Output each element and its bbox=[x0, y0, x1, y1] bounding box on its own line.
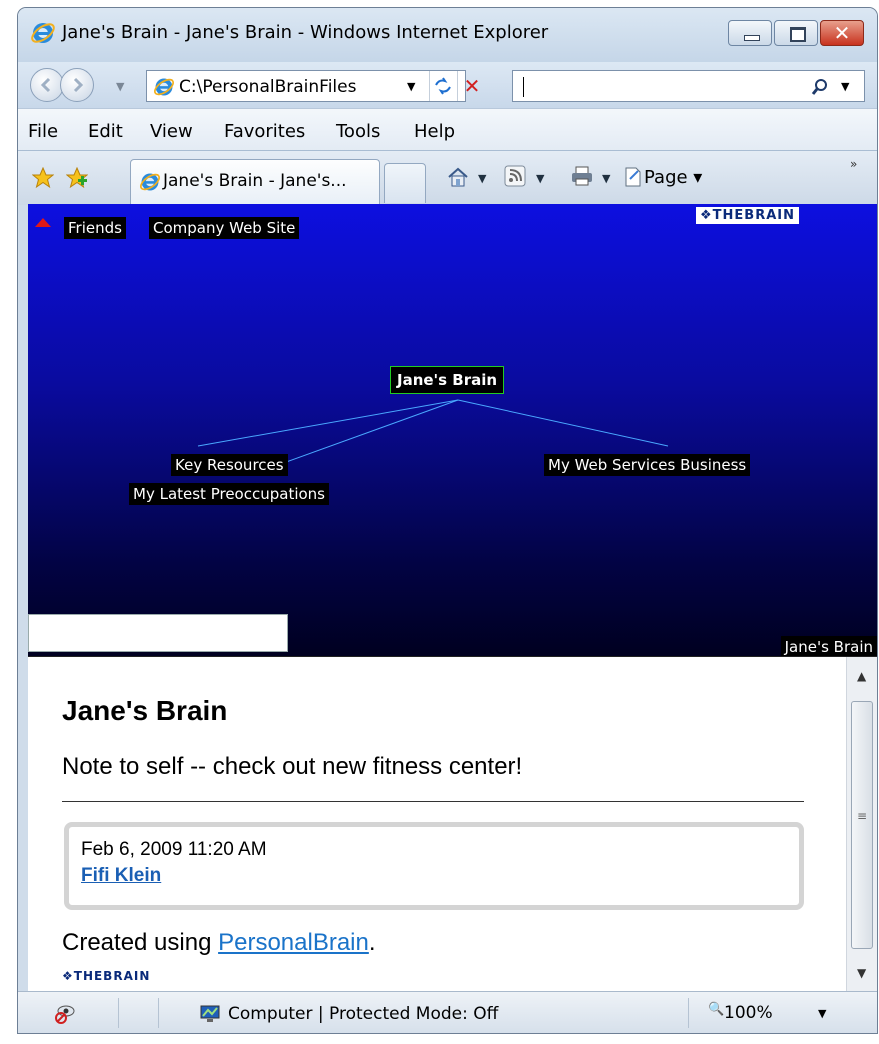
scroll-up-arrow-icon[interactable]: ▲ bbox=[857, 669, 866, 683]
zoom-dropdown[interactable]: ▼ bbox=[818, 1007, 826, 1020]
feeds-icon[interactable] bbox=[504, 165, 526, 187]
menu-favorites[interactable]: Favorites bbox=[224, 121, 305, 142]
back-button[interactable] bbox=[30, 68, 64, 102]
brain-plex-view[interactable]: Friends Company Web Site ❖THEBRAIN Jane'… bbox=[28, 204, 877, 656]
status-separator bbox=[118, 998, 119, 1028]
privacy-eye-icon[interactable] bbox=[54, 1002, 76, 1024]
personalbrain-link[interactable]: PersonalBrain bbox=[218, 929, 369, 956]
parent-up-arrow-icon[interactable] bbox=[34, 216, 52, 228]
created-suffix: . bbox=[368, 929, 376, 956]
add-favorites-icon[interactable] bbox=[66, 167, 88, 189]
security-zone-text[interactable]: Computer | Protected Mode: Off bbox=[228, 1004, 498, 1024]
stop-button[interactable]: ✕ bbox=[457, 71, 486, 101]
maximize-icon bbox=[790, 27, 806, 42]
page-menu-button[interactable]: Page ▾ bbox=[644, 167, 702, 188]
created-using-text: Created using PersonalBrain. bbox=[62, 929, 376, 957]
forward-button[interactable] bbox=[60, 68, 94, 102]
computer-zone-icon bbox=[200, 1005, 220, 1022]
print-icon[interactable] bbox=[570, 165, 594, 187]
maximize-button[interactable] bbox=[774, 20, 818, 46]
title-bar: Jane's Brain - Jane's Brain - Windows In… bbox=[18, 8, 877, 62]
child-thought-my-latest-preoccupations[interactable]: My Latest Preoccupations bbox=[129, 483, 329, 505]
child-thought-my-web-services-business[interactable]: My Web Services Business bbox=[544, 454, 751, 476]
vertical-scrollbar[interactable]: ▲ ≡ ▼ bbox=[846, 657, 877, 992]
new-tab-button[interactable] bbox=[384, 163, 426, 203]
child-thought-key-resources[interactable]: Key Resources bbox=[171, 454, 288, 476]
print-dropdown[interactable]: ▼ bbox=[602, 172, 610, 185]
refresh-button[interactable] bbox=[429, 71, 456, 101]
menu-tools[interactable]: Tools bbox=[336, 121, 380, 142]
created-prefix: Created using bbox=[62, 929, 219, 956]
ie-logo-icon bbox=[31, 23, 55, 43]
scroll-down-arrow-icon[interactable]: ▼ bbox=[857, 966, 866, 980]
search-icon[interactable] bbox=[811, 78, 829, 96]
note-meta-box: Feb 6, 2009 11:20 AM Fifi Klein bbox=[64, 822, 804, 910]
toolbar-overflow-chevron[interactable]: » bbox=[850, 157, 857, 171]
close-button[interactable]: ✕ bbox=[820, 20, 864, 46]
ie-page-icon bbox=[140, 173, 160, 191]
page-icon bbox=[625, 167, 641, 187]
zoom-level[interactable]: 100% bbox=[724, 1003, 773, 1023]
brain-status-label: Jane's Brain bbox=[780, 636, 877, 656]
menu-edit[interactable]: Edit bbox=[88, 121, 123, 142]
active-thought[interactable]: Jane's Brain bbox=[390, 366, 505, 394]
recent-pages-dropdown[interactable]: ▼ bbox=[116, 80, 124, 93]
window-title: Jane's Brain - Jane's Brain - Windows In… bbox=[62, 22, 549, 43]
refresh-icon bbox=[435, 77, 451, 95]
feeds-dropdown[interactable]: ▼ bbox=[536, 172, 544, 185]
grip-icon: ≡ bbox=[857, 809, 868, 823]
address-bar[interactable]: C:\PersonalBrainFiles ▼ ✕ bbox=[146, 70, 480, 102]
thebrain-logo[interactable]: ❖THEBRAIN bbox=[696, 207, 799, 224]
notes-panel: Jane's Brain Note to self -- check out n… bbox=[28, 656, 877, 992]
home-dropdown[interactable]: ▼ bbox=[478, 172, 486, 185]
favorites-star-icon[interactable] bbox=[32, 167, 54, 189]
back-arrow-icon bbox=[40, 77, 51, 93]
zoom-icon[interactable]: 🔍 bbox=[708, 1002, 724, 1017]
status-bar: Computer | Protected Mode: Off 🔍 100% ▼ bbox=[18, 991, 877, 1033]
menu-file[interactable]: File bbox=[28, 121, 58, 142]
divider bbox=[62, 801, 804, 802]
status-separator bbox=[158, 998, 159, 1028]
brain-search-input[interactable] bbox=[28, 614, 288, 652]
minimize-icon bbox=[744, 35, 760, 41]
address-input[interactable]: C:\PersonalBrainFiles bbox=[179, 77, 409, 97]
menu-bar: File Edit View Favorites Tools Help bbox=[18, 108, 877, 151]
note-title: Jane's Brain bbox=[62, 695, 228, 726]
browser-window: Jane's Brain - Jane's Brain - Windows In… bbox=[18, 8, 877, 1033]
parent-thought-company-web-site[interactable]: Company Web Site bbox=[149, 217, 300, 239]
menu-help[interactable]: Help bbox=[414, 121, 455, 142]
close-icon: ✕ bbox=[833, 21, 851, 45]
home-icon[interactable] bbox=[446, 165, 470, 189]
thebrain-footer-logo[interactable]: ❖THEBRAIN bbox=[62, 969, 150, 983]
parent-thought-friends[interactable]: Friends bbox=[64, 217, 126, 239]
status-separator bbox=[688, 998, 689, 1028]
scroll-thumb[interactable]: ≡ bbox=[851, 701, 873, 949]
note-text: Note to self -- check out new fitness ce… bbox=[62, 753, 523, 780]
tab-janes-brain[interactable]: Jane's Brain - Jane's... bbox=[130, 159, 380, 205]
thought-links bbox=[197, 399, 669, 475]
navigation-bar: ▼ C:\PersonalBrainFiles ▼ ✕ ▼ bbox=[18, 62, 877, 108]
note-date: Feb 6, 2009 11:20 AM bbox=[81, 839, 267, 860]
forward-arrow-icon bbox=[73, 77, 84, 93]
menu-view[interactable]: View bbox=[150, 121, 193, 142]
search-box[interactable]: ▼ bbox=[512, 70, 865, 102]
author-link[interactable]: Fifi Klein bbox=[81, 865, 161, 887]
search-provider-dropdown[interactable]: ▼ bbox=[841, 80, 849, 93]
tab-bar: Jane's Brain - Jane's... ▼ ▼ ▼ Page ▾ » bbox=[18, 150, 877, 205]
ie-page-icon bbox=[154, 78, 174, 96]
stop-icon: ✕ bbox=[463, 74, 481, 98]
address-dropdown[interactable]: ▼ bbox=[407, 80, 415, 93]
text-cursor bbox=[523, 77, 524, 97]
minimize-button[interactable] bbox=[728, 20, 772, 46]
tab-title: Jane's Brain - Jane's... bbox=[163, 171, 347, 191]
